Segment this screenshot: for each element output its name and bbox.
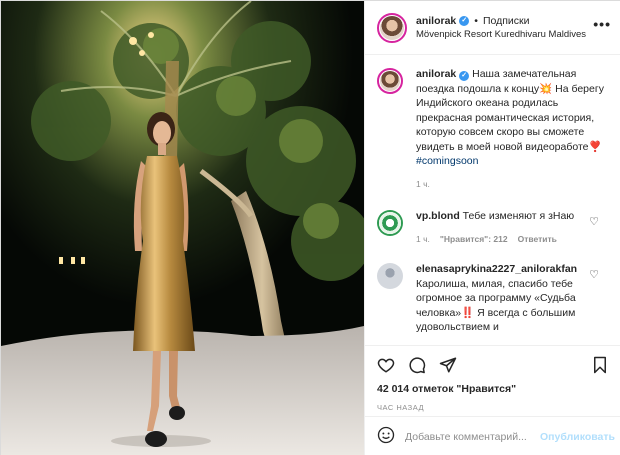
more-options-icon[interactable]: ••• <box>593 17 611 31</box>
caption-time[interactable]: 1 ч. <box>416 177 430 192</box>
reply-button[interactable]: Ответить <box>518 232 557 247</box>
comment-text: Тебе изменяют я зНаю <box>462 210 575 222</box>
comment-username[interactable]: elenasaprykina2227_anilorakfan <box>416 263 577 275</box>
location-link[interactable]: Mövenpick Resort Kuredhivaru Maldives <box>416 28 586 42</box>
author-avatar[interactable] <box>377 12 407 43</box>
comments-list[interactable]: anilorak ✓ Наша замечательная поездка по… <box>365 55 620 345</box>
comment-icon[interactable] <box>408 356 426 374</box>
verified-badge-icon: ✓ <box>459 15 470 26</box>
comment-avatar[interactable] <box>377 263 403 289</box>
comment-like-heart-icon[interactable]: ♡ <box>589 215 599 228</box>
following-button[interactable]: Подписки <box>483 14 530 28</box>
caption-avatar[interactable] <box>377 68 403 94</box>
verified-badge-icon: ✓ <box>459 71 470 81</box>
comment-item: elenasaprykina2227_anilorakfan Каролиша,… <box>377 262 611 335</box>
comment-input[interactable] <box>405 430 540 443</box>
comment-time[interactable]: 1 ч. <box>416 232 430 247</box>
post-time[interactable]: час назад <box>377 403 609 412</box>
add-comment-bar: Опубликовать <box>365 416 620 455</box>
instagram-post-dialog: anilorak ✓ • Подписки Mövenpick Resort K… <box>0 0 620 455</box>
caption-username[interactable]: anilorak <box>416 68 456 80</box>
hashtag-link[interactable]: #comingsoon <box>416 155 478 167</box>
likes-count[interactable]: 42 014 отметок "Нравится" <box>377 383 609 395</box>
comment-item: vp.blond Тебе изменяют я зНаю 1 ч. "Нрав… <box>377 209 611 246</box>
photo-woman-gold-dress <box>1 1 364 455</box>
comment-like-heart-icon[interactable]: ♡ <box>589 268 599 281</box>
post-header: anilorak ✓ • Подписки Mövenpick Resort K… <box>365 1 620 55</box>
comment-text: Каролиша, милая, спасибо тебе огромное з… <box>416 277 576 334</box>
post-sidebar: anilorak ✓ • Подписки Mövenpick Resort K… <box>364 1 620 455</box>
heart-icon[interactable] <box>377 356 395 374</box>
bookmark-icon[interactable] <box>591 356 609 374</box>
share-icon[interactable] <box>439 356 457 374</box>
emoji-icon[interactable] <box>377 426 395 447</box>
author-username[interactable]: anilorak <box>416 14 456 28</box>
follow-separator: • <box>474 14 478 27</box>
post-actions: 42 014 отметок "Нравится" час назад <box>365 345 620 412</box>
post-photo[interactable] <box>1 1 364 455</box>
post-comment-button[interactable]: Опубликовать <box>540 431 615 443</box>
comment-avatar[interactable] <box>377 210 403 236</box>
caption: anilorak ✓ Наша замечательная поездка по… <box>377 67 611 191</box>
header-text: anilorak ✓ • Подписки Mövenpick Resort K… <box>416 14 586 42</box>
caption-text: Наша замечательная поездка подошла к кон… <box>416 68 604 153</box>
comment-username[interactable]: vp.blond <box>416 210 460 222</box>
comment-likes[interactable]: "Нравится": 212 <box>440 232 508 247</box>
